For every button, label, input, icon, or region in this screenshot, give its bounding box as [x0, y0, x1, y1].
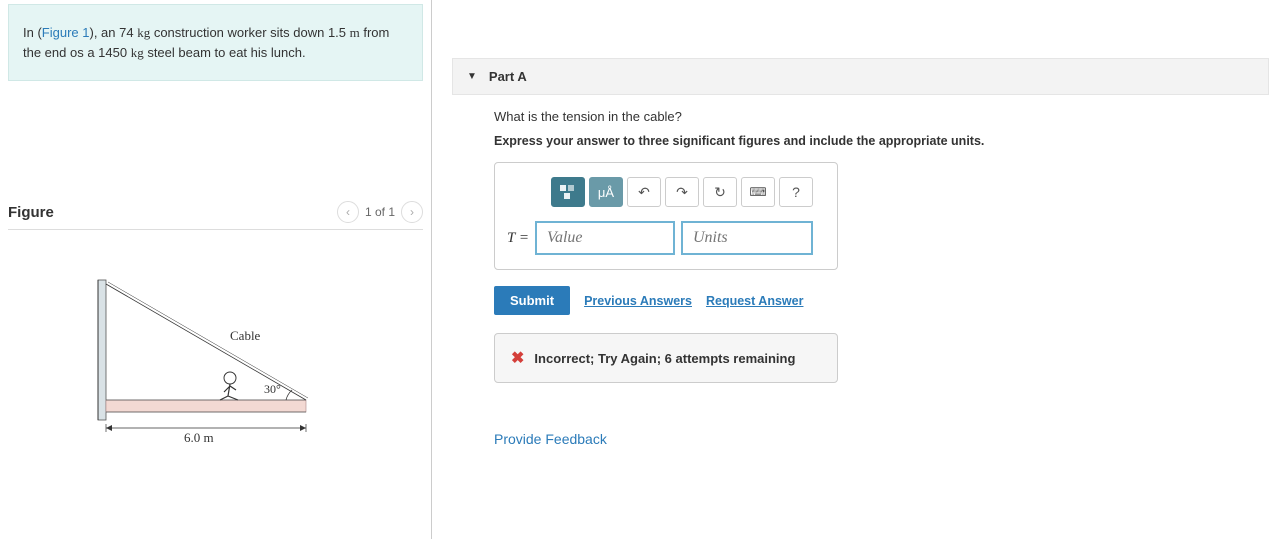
figure-heading: Figure: [8, 204, 54, 221]
keyboard-button[interactable]: ⌨: [741, 177, 775, 207]
variable-label: T: [507, 230, 515, 246]
problem-statement: In (Figure 1), an 74 kg construction wor…: [8, 4, 423, 81]
cable-label: Cable: [230, 328, 260, 344]
right-panel: ▼ Part A What is the tension in the cabl…: [432, 0, 1279, 539]
provide-feedback-link[interactable]: Provide Feedback: [494, 431, 607, 447]
request-answer-link[interactable]: Request Answer: [706, 294, 803, 308]
value-input[interactable]: [535, 221, 675, 255]
submit-row: Submit Previous Answers Request Answer: [494, 286, 1269, 315]
reset-button[interactable]: ↻: [703, 177, 737, 207]
units-input[interactable]: [681, 221, 813, 255]
redo-button[interactable]: ↷: [665, 177, 699, 207]
instruction-text: Express your answer to three significant…: [494, 134, 1269, 148]
figure-next-button[interactable]: ›: [401, 201, 423, 223]
question-text: What is the tension in the cable?: [494, 109, 1269, 124]
feedback-message: Incorrect; Try Again; 6 attempts remaini…: [534, 351, 795, 366]
answer-toolbar: μÅ ↶ ↷ ↻ ⌨ ?: [551, 177, 825, 207]
figure-pager-text: 1 of 1: [365, 205, 395, 219]
answer-box: μÅ ↶ ↷ ↻ ⌨ ? T =: [494, 162, 838, 270]
feedback-box: ✖ Incorrect; Try Again; 6 attempts remai…: [494, 333, 838, 383]
figure-diagram: Cable 30° 6.0 m: [80, 270, 320, 450]
figure-link[interactable]: Figure 1: [42, 25, 90, 40]
undo-button[interactable]: ↶: [627, 177, 661, 207]
previous-answers-link[interactable]: Previous Answers: [584, 294, 692, 308]
symbols-button[interactable]: μÅ: [589, 177, 623, 207]
problem-text: In (: [23, 25, 42, 40]
figure-prev-button[interactable]: ‹: [337, 201, 359, 223]
templates-icon: [559, 184, 577, 200]
help-button[interactable]: ?: [779, 177, 813, 207]
templates-button[interactable]: [551, 177, 585, 207]
answer-input-row: T =: [507, 221, 825, 255]
figure-header: Figure ‹ 1 of 1 ›: [8, 201, 423, 230]
submit-button[interactable]: Submit: [494, 286, 570, 315]
incorrect-icon: ✖: [511, 348, 524, 368]
length-label: 6.0 m: [184, 430, 214, 446]
part-label: Part A: [489, 69, 527, 84]
left-panel: In (Figure 1), an 74 kg construction wor…: [0, 0, 432, 539]
figure-pager: ‹ 1 of 1 ›: [337, 201, 423, 223]
part-header[interactable]: ▼ Part A: [452, 58, 1269, 95]
angle-label: 30°: [264, 382, 281, 397]
collapse-icon: ▼: [467, 71, 477, 82]
